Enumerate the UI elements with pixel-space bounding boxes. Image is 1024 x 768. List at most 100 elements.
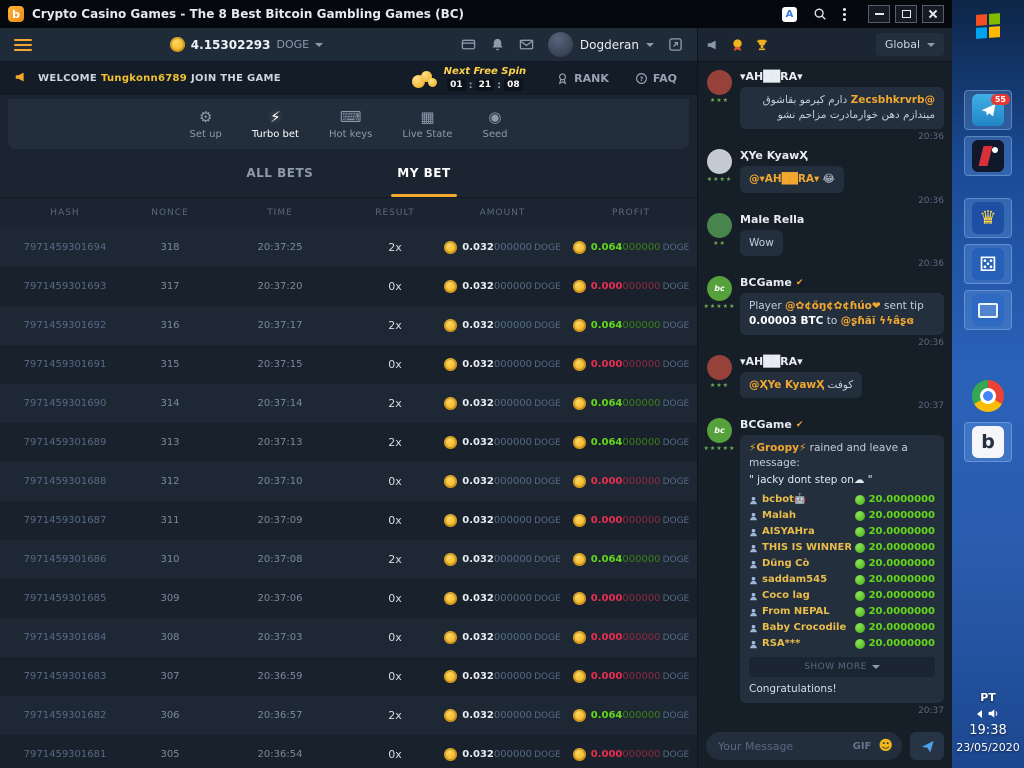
game-control[interactable]: ▦ Live State bbox=[402, 109, 452, 140]
volume-control[interactable] bbox=[977, 707, 1000, 720]
recipient-name[interactable]: AISYAHra bbox=[762, 525, 815, 539]
bet-row[interactable]: 7971459301689 313 20:37:13 2x 0.03200000… bbox=[0, 423, 697, 462]
user-mention[interactable]: @ҲYe KyawҲ bbox=[749, 379, 824, 391]
bet-row[interactable]: 7971459301681 305 20:36:54 0x 0.03200000… bbox=[0, 735, 697, 768]
doge-coin-icon bbox=[444, 280, 457, 293]
bet-result: 0x bbox=[350, 475, 440, 488]
minimize-button[interactable] bbox=[868, 5, 890, 23]
bet-nonce: 311 bbox=[130, 515, 210, 526]
recipient-name[interactable]: Dũng Cò bbox=[762, 557, 809, 571]
gif-button[interactable]: GIF bbox=[853, 741, 872, 752]
chat-username[interactable]: ▾AH██RA▾ bbox=[740, 355, 803, 368]
expand-chat-button[interactable] bbox=[668, 37, 683, 52]
user-menu[interactable]: Dogderan bbox=[548, 32, 654, 57]
game-control[interactable]: ◉ Seed bbox=[482, 109, 507, 140]
recipient-name[interactable]: Malah bbox=[762, 509, 796, 523]
bet-row[interactable]: 7971459301688 312 20:37:10 0x 0.03200000… bbox=[0, 462, 697, 501]
recipient-name[interactable]: THIS IS WINNER bbox=[762, 541, 851, 555]
chat-username[interactable]: BCGame bbox=[740, 276, 792, 289]
dice-app-icon[interactable]: ⚄ bbox=[964, 244, 1012, 284]
faq-button[interactable]: ? FAQ bbox=[635, 72, 677, 85]
avatar[interactable]: bc bbox=[707, 276, 732, 301]
date[interactable]: 23/05/2020 bbox=[956, 741, 1019, 754]
notifications-button[interactable] bbox=[490, 37, 505, 52]
user-mention[interactable]: @▾AH██RA▾ bbox=[749, 173, 819, 185]
crown-app-icon[interactable]: ♛ bbox=[964, 198, 1012, 238]
bet-row[interactable]: 7971459301687 311 20:37:09 0x 0.03200000… bbox=[0, 501, 697, 540]
bet-row[interactable]: 7971459301690 314 20:37:14 2x 0.03200000… bbox=[0, 384, 697, 423]
bc-game-icon[interactable]: b bbox=[964, 422, 1012, 462]
welcome-message[interactable]: WELCOMETungkonn6789JOIN THE GAME bbox=[38, 73, 281, 84]
recipient-name[interactable]: saddam545 bbox=[762, 573, 827, 587]
avatar[interactable] bbox=[707, 70, 732, 95]
telegram-icon[interactable]: 55 bbox=[964, 90, 1012, 130]
bet-nonce: 310 bbox=[130, 554, 210, 565]
game-control[interactable]: ⌨ Hot keys bbox=[329, 109, 372, 140]
channel-selector[interactable]: Global bbox=[876, 33, 944, 56]
show-hidden-icons[interactable] bbox=[977, 710, 982, 718]
username: Dogderan bbox=[580, 38, 639, 52]
tab-all-bets[interactable]: ALL BETS bbox=[234, 149, 325, 197]
screen: b Crypto Casino Games - The 8 Best Bitco… bbox=[0, 0, 1024, 768]
speaker-icon bbox=[987, 707, 1000, 720]
wallet-button[interactable] bbox=[461, 37, 476, 52]
chrome-icon[interactable] bbox=[964, 376, 1012, 416]
avatar[interactable]: bc bbox=[707, 418, 732, 443]
language-indicator[interactable]: PT bbox=[980, 691, 996, 704]
doge-coin-icon bbox=[573, 709, 586, 722]
user-mention[interactable]: ⚡Groopy⚡ bbox=[749, 442, 806, 454]
show-more-button[interactable]: SHOW MORE bbox=[749, 657, 935, 677]
bet-hash: 7971459301681 bbox=[0, 749, 130, 760]
recipient-name[interactable]: bcbot🤖 bbox=[762, 493, 806, 507]
windows-start-icon[interactable] bbox=[964, 6, 1012, 46]
bet-row[interactable]: 7971459301682 306 20:36:57 2x 0.03200000… bbox=[0, 696, 697, 735]
chat-rules-icon[interactable] bbox=[706, 38, 720, 52]
bet-profit: 0.000000000DOGE bbox=[565, 358, 697, 371]
bet-hash: 7971459301694 bbox=[0, 242, 130, 253]
avatar[interactable] bbox=[707, 213, 732, 238]
mail-button[interactable] bbox=[519, 37, 534, 52]
close-button[interactable] bbox=[922, 5, 944, 23]
trophy-icon[interactable] bbox=[755, 38, 769, 52]
send-button[interactable] bbox=[910, 732, 944, 760]
game-app-icon[interactable] bbox=[964, 136, 1012, 176]
recipient-name[interactable]: From NEPAL bbox=[762, 605, 830, 619]
user-mention[interactable]: @ʂɦãĩ ϟϟâʂɞ bbox=[841, 315, 914, 327]
bet-row[interactable]: 7971459301684 308 20:37:03 0x 0.03200000… bbox=[0, 618, 697, 657]
doge-coin-icon bbox=[444, 397, 457, 410]
bet-row[interactable]: 7971459301693 317 20:37:20 0x 0.03200000… bbox=[0, 267, 697, 306]
recipient-name[interactable]: Coco lag bbox=[762, 589, 810, 603]
chat-username[interactable]: ҲYe KyawҲ bbox=[740, 149, 808, 162]
user-mention[interactable]: @✿¢őŋ¢✿¢ɦúο❤ bbox=[785, 300, 881, 312]
balance-selector[interactable]: 4.15302293 DOGE bbox=[170, 37, 323, 52]
menu-button[interactable] bbox=[14, 39, 32, 51]
rank-button[interactable]: RANK bbox=[556, 72, 609, 85]
game-control[interactable]: ⚙ Set up bbox=[190, 109, 222, 140]
maximize-button[interactable] bbox=[895, 5, 917, 23]
search-icon[interactable] bbox=[813, 7, 827, 21]
bet-row[interactable]: 7971459301685 309 20:37:06 0x 0.03200000… bbox=[0, 579, 697, 618]
user-mention[interactable]: @Zecsbhkrvrb bbox=[851, 94, 935, 106]
rain-recipient: Malah 20.0000000 bbox=[749, 508, 935, 524]
avatar[interactable] bbox=[707, 149, 732, 174]
emoji-button[interactable] bbox=[878, 739, 893, 753]
window-app-icon[interactable] bbox=[964, 290, 1012, 330]
free-spin-widget[interactable]: Next Free Spin 01:21:08 bbox=[412, 66, 526, 91]
bet-row[interactable]: 7971459301692 316 20:37:17 2x 0.03200000… bbox=[0, 306, 697, 345]
tab-my-bet[interactable]: MY BET bbox=[385, 149, 462, 197]
browser-menu-icon[interactable] bbox=[843, 8, 846, 21]
clock[interactable]: 19:38 bbox=[969, 723, 1006, 738]
bet-row[interactable]: 7971459301686 310 20:37:08 2x 0.03200000… bbox=[0, 540, 697, 579]
game-control[interactable]: ⚡ Turbo bet bbox=[252, 109, 299, 140]
recipient-name[interactable]: RSA*** bbox=[762, 637, 800, 651]
bet-row[interactable]: 7971459301691 315 20:37:15 0x 0.03200000… bbox=[0, 345, 697, 384]
coin-rain-icon[interactable] bbox=[730, 37, 745, 52]
bet-row[interactable]: 7971459301694 318 20:37:25 2x 0.03200000… bbox=[0, 228, 697, 267]
chat-username[interactable]: ▾AH██RA▾ bbox=[740, 70, 803, 83]
recipient-name[interactable]: Baby Crocodile bbox=[762, 621, 846, 635]
chat-username[interactable]: BCGame bbox=[740, 418, 792, 431]
translate-icon[interactable] bbox=[782, 7, 797, 22]
avatar[interactable] bbox=[707, 355, 732, 380]
chat-username[interactable]: Male Rella bbox=[740, 213, 804, 226]
bet-row[interactable]: 7971459301683 307 20:36:59 0x 0.03200000… bbox=[0, 657, 697, 696]
